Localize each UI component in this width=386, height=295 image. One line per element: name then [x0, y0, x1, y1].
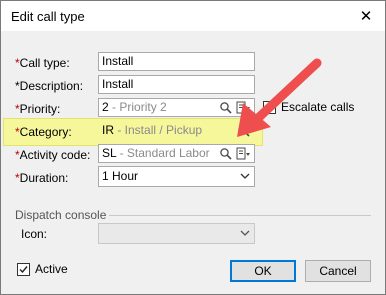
close-icon[interactable]: ✕: [355, 5, 377, 27]
title-bar: Edit call type ✕: [1, 1, 385, 31]
icon-label: Icon:: [21, 227, 48, 241]
dialog-title: Edit call type: [11, 9, 85, 24]
search-icon[interactable]: [219, 147, 233, 161]
description-label: *Description:: [15, 79, 84, 93]
priority-label: *Priority:: [15, 102, 61, 116]
annotation-arrow: [237, 58, 322, 137]
duration-select[interactable]: 1 Hour: [98, 166, 255, 187]
activity-code-label: *Activity code:: [15, 148, 91, 162]
checkmark-icon: [19, 266, 28, 274]
active-label: Active: [35, 262, 68, 276]
icon-select[interactable]: [98, 223, 255, 244]
activity-code-input[interactable]: SL - Standard Labor: [98, 144, 255, 163]
active-checkbox[interactable]: [17, 263, 30, 276]
chevron-down-icon: [240, 173, 250, 179]
call-type-label: *Call type:: [15, 56, 70, 70]
edit-call-type-dialog: Edit call type ✕ *Call type: Install *De…: [0, 0, 386, 295]
dispatch-section-title: Dispatch console: [15, 208, 107, 222]
chevron-down-icon: [240, 230, 250, 236]
duration-label: *Duration:: [15, 171, 69, 185]
document-icon[interactable]: [235, 147, 251, 161]
category-label: *Category:: [15, 125, 72, 139]
activity-lookup-icons: [219, 146, 251, 161]
cancel-button[interactable]: Cancel: [305, 260, 371, 282]
ok-button[interactable]: OK: [230, 260, 296, 282]
section-divider: [109, 215, 371, 216]
